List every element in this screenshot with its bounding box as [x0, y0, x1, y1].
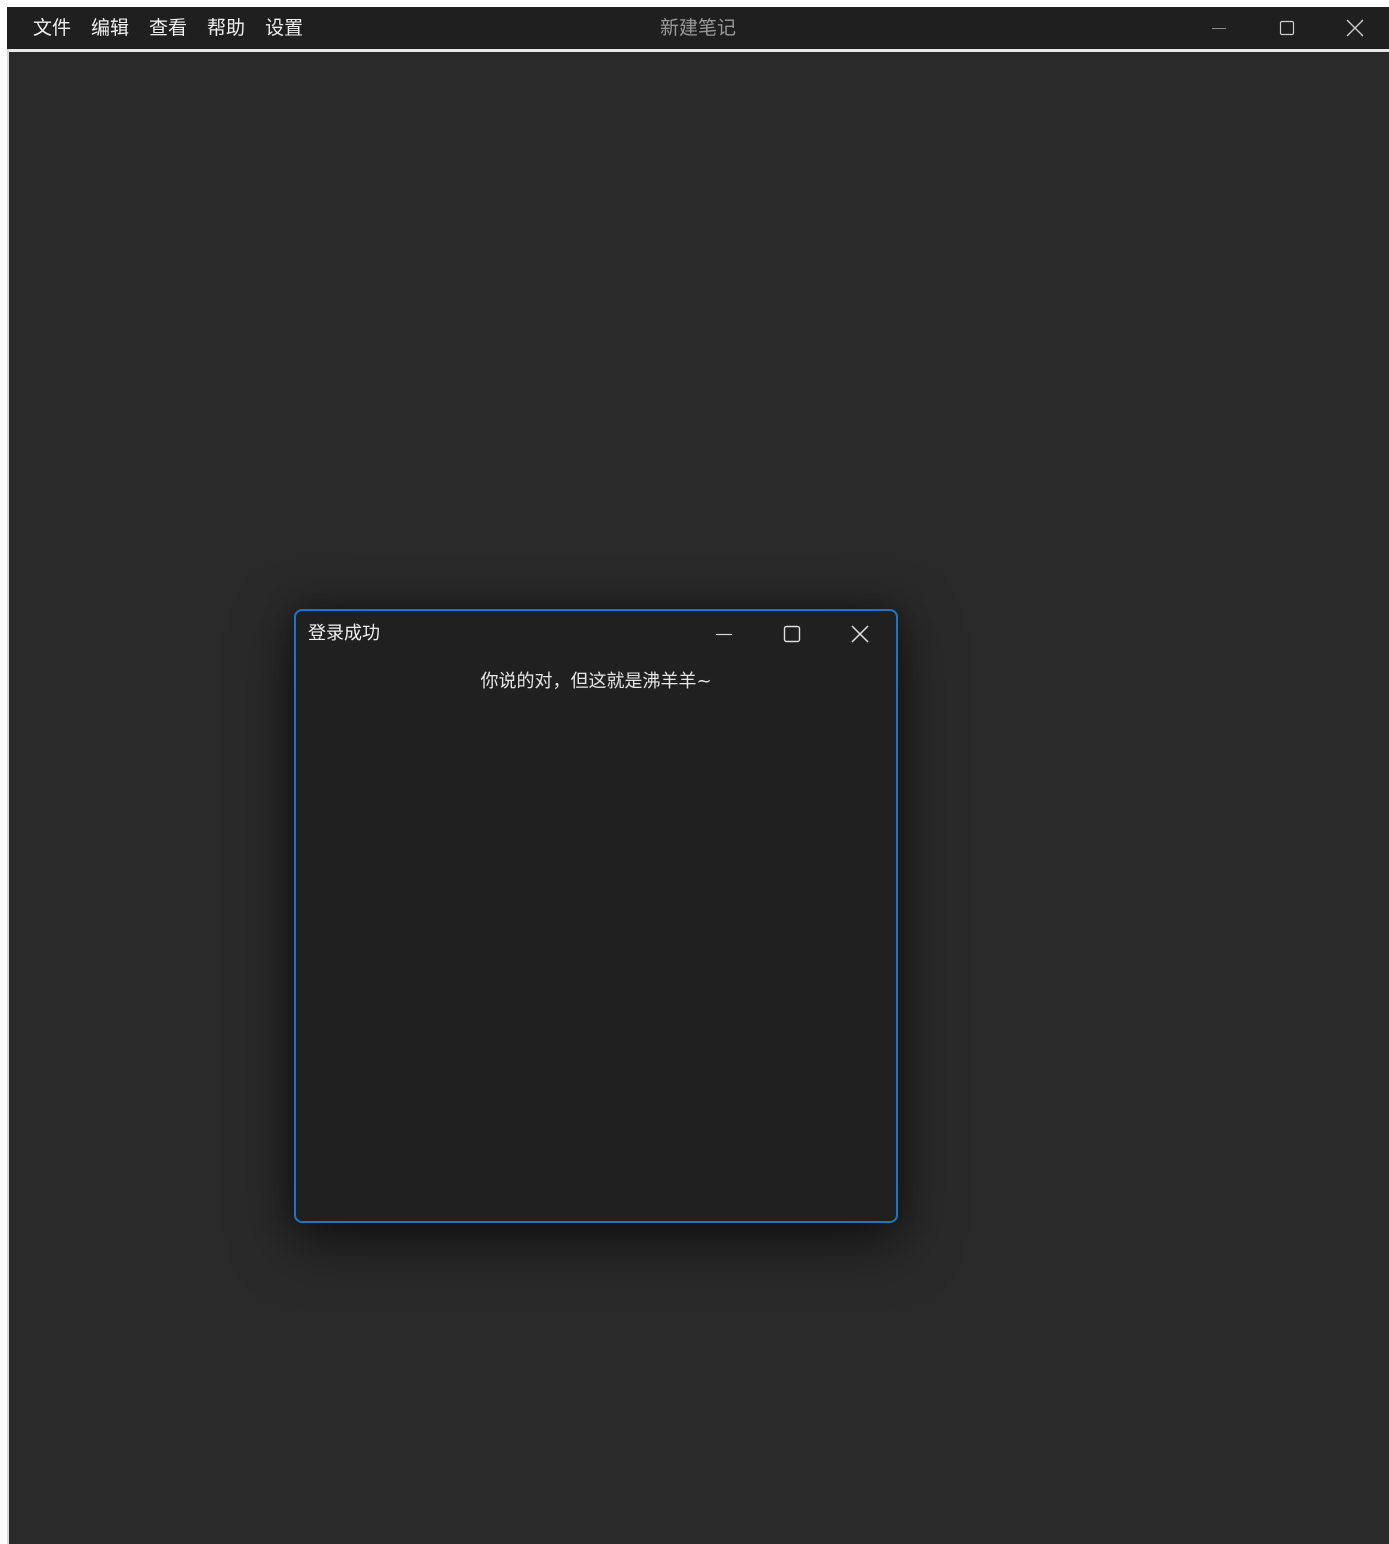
menu-bar: 文件 编辑 查看 帮助 设置	[23, 7, 313, 49]
dialog-title-bar[interactable]: 登录成功	[296, 611, 896, 657]
dialog-minimize-button[interactable]	[690, 611, 758, 657]
maximize-button[interactable]	[1253, 7, 1321, 49]
window-controls	[1185, 7, 1389, 49]
maximize-icon	[1279, 20, 1295, 36]
menu-file[interactable]: 文件	[23, 7, 81, 49]
minimize-icon	[1212, 28, 1226, 29]
dialog-close-button[interactable]	[826, 611, 894, 657]
dialog-message: 你说的对，但这就是沸羊羊~	[480, 671, 712, 692]
menu-edit[interactable]: 编辑	[81, 7, 139, 49]
dialog-title: 登录成功	[308, 623, 380, 644]
menu-help[interactable]: 帮助	[197, 7, 255, 49]
login-success-dialog: 登录成功 你说的对，但这就是沸羊羊~	[294, 609, 898, 1223]
minimize-button[interactable]	[1185, 7, 1253, 49]
menu-view[interactable]: 查看	[139, 7, 197, 49]
close-icon	[1346, 19, 1364, 37]
maximize-icon	[783, 625, 801, 643]
title-bar[interactable]: 文件 编辑 查看 帮助 设置 新建笔记	[7, 7, 1389, 49]
dialog-maximize-button[interactable]	[758, 611, 826, 657]
dialog-controls	[690, 611, 894, 657]
minimize-icon	[716, 633, 732, 636]
close-icon	[851, 625, 869, 643]
close-button[interactable]	[1321, 7, 1389, 49]
menu-settings[interactable]: 设置	[255, 7, 313, 49]
